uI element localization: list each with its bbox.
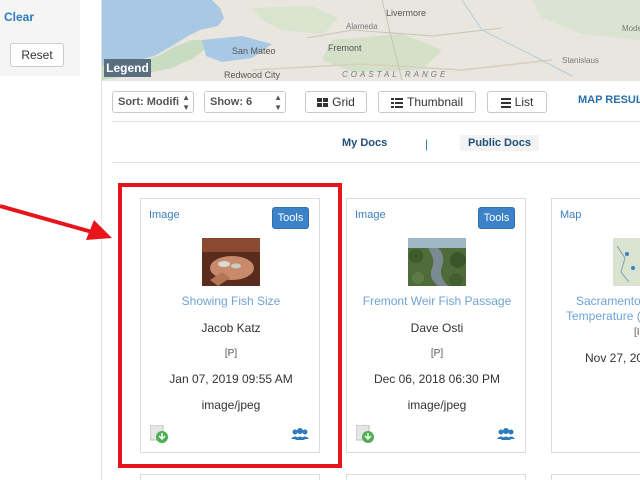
card-author: Jacob Katz [201,321,261,335]
list-view-button[interactable]: List [487,91,547,113]
document-card[interactable]: Image Tools Fremont Weir Fish Passage Da… [346,198,526,453]
card-type-label: Image [149,209,180,221]
weir-photo-thumbnail[interactable] [408,238,466,286]
sort-select[interactable]: Sort: Modifi ▲ ▼ [112,91,194,113]
card-type-label: Map [560,209,582,221]
show-select-value: Show: 6 [210,96,253,108]
download-icon[interactable] [150,425,168,443]
tab-separator: | [425,137,429,151]
select-arrows-icon: ▲ ▼ [182,93,190,112]
clear-link[interactable]: Clear [4,10,34,24]
tab-my-docs[interactable]: My Docs [342,137,387,149]
document-card[interactable]: Map Sacramento Temperature ( [I Nov 27, … [551,198,640,453]
reset-button[interactable]: Reset [10,43,64,67]
map-label-san-mateo: San Mateo [232,46,276,56]
tabs-bottom-divider [112,162,640,163]
map-label-alameda: Alameda [346,22,378,31]
card-title-link[interactable]: Fremont Weir Fish Passage [347,294,527,308]
document-card-next-row[interactable] [346,474,526,480]
fish-photo-thumbnail[interactable] [202,238,260,286]
tab-public-docs[interactable]: Public Docs [460,135,539,151]
card-date: Jan 07, 2019 09:55 AM [169,372,293,386]
card-mime-type: image/jpeg [201,398,261,412]
sort-select-value: Sort: Modifi [118,96,180,108]
shared-users-icon[interactable] [290,428,310,440]
map-terrain [102,0,640,80]
document-card[interactable]: Image Tools Showing Fish Size Jacob Katz… [140,198,320,453]
thumbnail-view-label: Thumbnail [406,95,464,109]
list-view-label: List [514,95,534,109]
card-visibility: [P] [224,348,238,359]
left-sidebar: Clear Reset [0,0,80,76]
grid-view-button[interactable]: Grid [305,91,367,113]
card-author: Dave Osti [410,321,464,335]
card-title-link[interactable]: Sacramento [552,294,640,308]
annotation-arrow-icon [0,204,112,240]
card-visibility: [P] [430,348,444,359]
card-mime-type: image/jpeg [407,398,467,412]
grid-view-label: Grid [332,95,355,109]
document-card-next-row[interactable] [140,474,320,480]
map-view[interactable]: Livermore Alameda San Mateo Fremont Redw… [102,0,640,80]
document-card-next-row[interactable] [551,474,640,480]
tools-button[interactable]: Tools [272,207,309,229]
thumbnail-list-icon [390,97,403,108]
map-label-redwood-city: Redwood City [224,70,281,80]
thumbnail-view-button[interactable]: Thumbnail [378,91,476,113]
map-label-fremont: Fremont [328,43,362,53]
tools-button[interactable]: Tools [478,207,515,229]
shared-users-icon[interactable] [496,428,516,440]
show-select[interactable]: Show: 6 ▲ ▼ [204,91,286,113]
map-label-livermore: Livermore [386,8,427,18]
legend-button[interactable]: Legend [104,59,151,77]
card-visibility: [I [634,327,640,338]
map-label-stanislaus: Stanislaus [562,56,599,65]
select-arrows-icon: ▲ ▼ [274,93,282,112]
toolbar-divider [102,80,640,81]
grid-icon [317,97,329,107]
map-label-coastal-range: COASTAL RANGE [342,70,449,79]
card-title-link-line2[interactable]: Temperature ( [552,309,640,323]
card-date: Nov 27, 201 [585,351,640,365]
map-thumbnail[interactable] [613,238,640,286]
map-label-modesto: Modest [622,24,640,33]
list-icon [500,97,511,108]
card-title-link[interactable]: Showing Fish Size [141,294,321,308]
card-type-label: Image [355,209,386,221]
card-date: Dec 06, 2018 06:30 PM [373,372,501,386]
map-results-link[interactable]: MAP RESULT [578,94,640,106]
toolbar-bottom-divider [112,121,640,122]
download-icon[interactable] [356,425,374,443]
